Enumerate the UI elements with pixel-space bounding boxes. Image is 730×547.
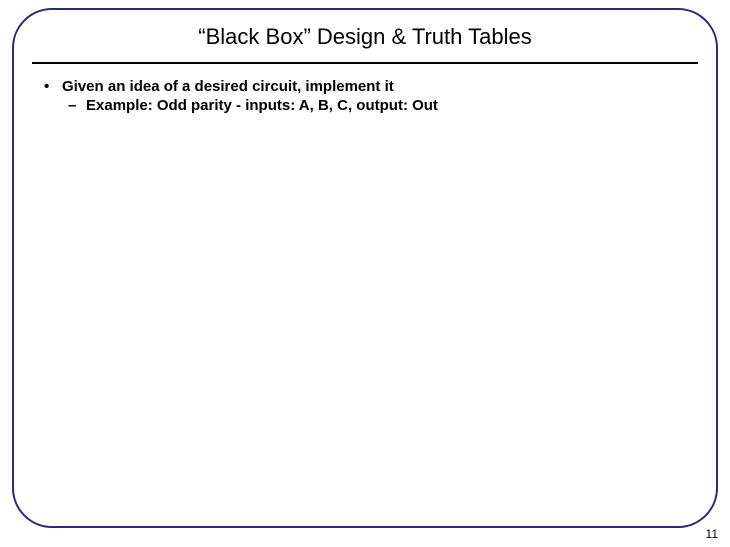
bullet-l2-text: Example: Odd parity - inputs: A, B, C, o…: [86, 97, 438, 114]
bullet-l1-text: Given an idea of a desired circuit, impl…: [62, 78, 394, 95]
slide-content: • Given an idea of a desired circuit, im…: [42, 78, 696, 114]
title-underline: [32, 62, 698, 64]
bullet-l2-marker: –: [66, 97, 86, 114]
page-number: 11: [706, 527, 718, 541]
slide-title: “Black Box” Design & Truth Tables: [14, 24, 716, 50]
slide-frame: “Black Box” Design & Truth Tables • Give…: [12, 8, 718, 528]
bullet-level2: – Example: Odd parity - inputs: A, B, C,…: [66, 97, 696, 114]
bullet-l1-marker: •: [42, 78, 62, 95]
bullet-level1: • Given an idea of a desired circuit, im…: [42, 78, 696, 95]
